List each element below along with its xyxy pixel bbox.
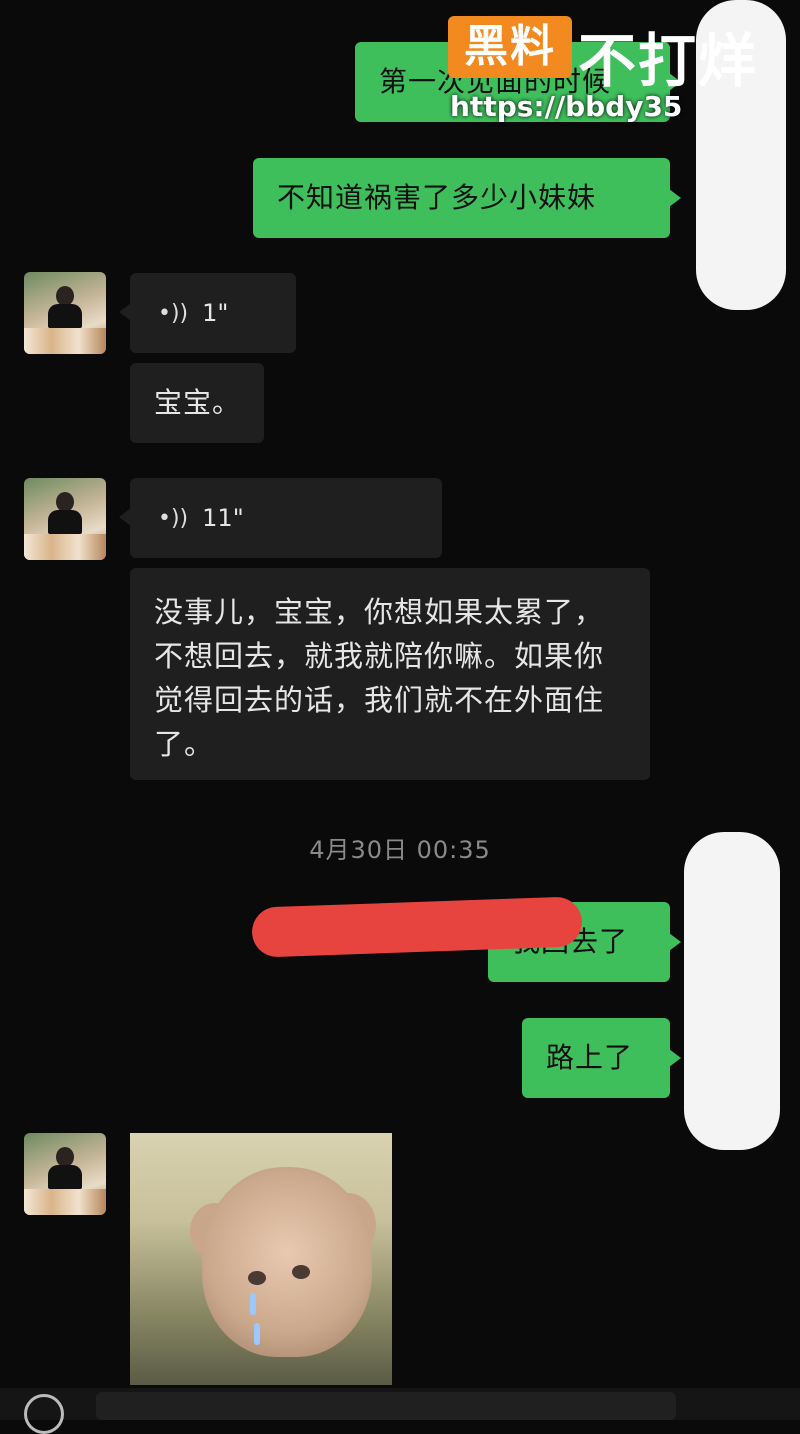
message-text: 没事儿，宝宝，你想如果太累了，不想回去，就我就陪你嘛。如果你觉得回去的话，我们就… — [154, 595, 605, 761]
voice-message-bubble[interactable]: •)) 1" — [119, 273, 296, 353]
dog-image-icon — [202, 1167, 372, 1357]
watermark-url: https://bbdy35 — [450, 90, 683, 123]
contact-avatar[interactable] — [24, 272, 106, 354]
chat-timestamp: 4月30日 00:35 — [309, 836, 491, 864]
watermark-title: 不打烊 — [578, 27, 759, 95]
message-text: 不知道祸害了多少小妹妹 — [277, 181, 597, 214]
voice-duration: 1" — [202, 299, 229, 327]
message-input[interactable] — [96, 1392, 676, 1420]
image-message[interactable] — [130, 1133, 392, 1385]
contact-avatar[interactable] — [24, 1133, 106, 1215]
sent-message-bubble[interactable]: 不知道祸害了多少小妹妹 — [253, 158, 670, 238]
voice-wave-icon: •)) — [158, 300, 189, 326]
watermark-logo: 黑料 — [448, 16, 572, 78]
received-message-bubble[interactable]: 没事儿，宝宝，你想如果太累了，不想回去，就我就陪你嘛。如果你觉得回去的话，我们就… — [130, 568, 650, 780]
voice-message-bubble[interactable]: •)) 11" — [119, 478, 442, 558]
message-text: 路上了 — [546, 1041, 634, 1074]
voice-wave-icon: •)) — [158, 505, 189, 531]
sent-message-bubble[interactable]: 路上了 — [522, 1018, 670, 1098]
chat-input-bar — [0, 1388, 800, 1434]
voice-input-icon[interactable] — [24, 1394, 64, 1434]
white-redaction-scribble — [684, 832, 780, 1150]
message-text: 宝宝。 — [154, 386, 242, 419]
voice-duration: 11" — [202, 504, 244, 532]
received-message-bubble[interactable]: 宝宝。 — [130, 363, 264, 443]
contact-avatar[interactable] — [24, 478, 106, 560]
